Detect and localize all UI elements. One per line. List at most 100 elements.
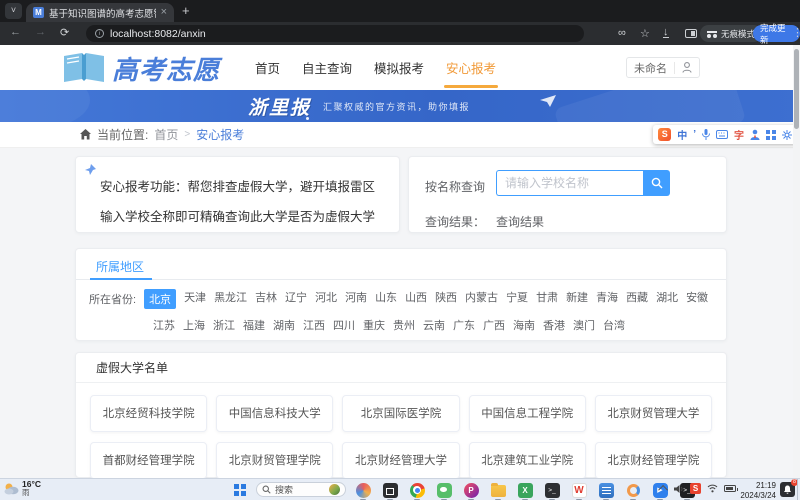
province-chip[interactable]: 贵州 (393, 317, 415, 333)
university-item[interactable]: 北京财经管理学院 (595, 442, 712, 478)
nav-item[interactable]: 首页 (255, 58, 280, 77)
scrollbar-thumb[interactable] (794, 49, 799, 129)
microphone-icon[interactable] (702, 129, 710, 140)
page-scrollbar[interactable] (793, 45, 800, 478)
province-chip[interactable]: 台湾 (603, 317, 625, 333)
ime-punctuation-icon[interactable]: ’ (693, 129, 696, 140)
grid-tool-icon[interactable] (766, 130, 776, 140)
back-icon[interactable]: ← (10, 26, 21, 38)
province-chip[interactable]: 黑龙江 (214, 289, 247, 309)
forward-icon[interactable]: → (35, 26, 46, 38)
wifi-icon[interactable] (707, 484, 718, 493)
ide-icon[interactable]: P (462, 481, 480, 499)
ime-toolbar[interactable]: S 中 ’ 字 (653, 125, 797, 144)
browser-tab[interactable]: M 基于知识图谱的高考志愿智能推荐系统 × (26, 3, 174, 22)
sogou-tray-icon[interactable]: S (690, 483, 701, 494)
taskbar-clock[interactable]: 21:19 2024/3/24 (740, 481, 776, 500)
university-item[interactable]: 北京建筑工业学院 (469, 442, 586, 478)
wechat-icon[interactable] (435, 481, 453, 499)
nav-item[interactable]: 模拟报考 (374, 58, 424, 77)
province-chip[interactable]: 甘肃 (536, 289, 558, 309)
university-item[interactable]: 首都财经管理学院 (90, 442, 207, 478)
ring-app-icon[interactable] (624, 481, 642, 499)
breadcrumb-home-link[interactable]: 首页 (154, 126, 178, 143)
province-chip[interactable]: 新建 (566, 289, 588, 309)
wps-icon[interactable]: W (570, 481, 588, 499)
province-chip[interactable]: 澳门 (573, 317, 595, 333)
province-chip[interactable]: 吉林 (255, 289, 277, 309)
university-item[interactable]: 中国信息科技大学 (216, 395, 333, 432)
province-chip[interactable]: 云南 (423, 317, 445, 333)
start-button[interactable] (234, 484, 246, 496)
keyboard-icon[interactable] (716, 130, 728, 139)
province-chip[interactable]: 安徽 (686, 289, 708, 309)
battery-icon[interactable] (724, 485, 736, 492)
tab-close-icon[interactable]: × (161, 7, 167, 18)
province-chip[interactable]: 广东 (453, 317, 475, 333)
bookmark-star-icon[interactable]: ☆ (640, 27, 650, 40)
link-icon[interactable]: ∞ (618, 27, 626, 39)
side-panel-icon[interactable] (685, 29, 697, 38)
settings-gear-icon[interactable] (782, 130, 792, 140)
province-chip[interactable]: 内蒙古 (465, 289, 498, 309)
nav-item[interactable]: 自主查询 (302, 58, 352, 77)
browser-menu-icon[interactable]: ⋮ (792, 26, 800, 39)
province-chip[interactable]: 江西 (303, 317, 325, 333)
search-button[interactable] (643, 170, 670, 196)
province-chip[interactable]: 河北 (315, 289, 337, 309)
people-app-icon[interactable] (354, 481, 372, 499)
province-chip[interactable]: 陕西 (435, 289, 457, 309)
province-chip[interactable]: 广西 (483, 317, 505, 333)
database-app-icon[interactable] (597, 481, 615, 499)
downloads-icon[interactable]: ↓ (663, 27, 669, 38)
province-chip[interactable]: 山东 (375, 289, 397, 309)
university-item[interactable]: 北京财贸管理学院 (216, 442, 333, 478)
province-chip[interactable]: 辽宁 (285, 289, 307, 309)
taskbar-search[interactable]: 搜索 (256, 482, 346, 497)
province-chip[interactable]: 浙江 (213, 317, 235, 333)
site-info-icon[interactable]: i (95, 29, 104, 38)
tab-search-button[interactable]: ˅ (5, 3, 22, 19)
terminal-icon[interactable]: >_ (543, 481, 561, 499)
speaker-icon[interactable] (674, 484, 684, 494)
province-chip[interactable]: 海南 (513, 317, 535, 333)
province-chip[interactable]: 湖北 (656, 289, 678, 309)
province-chip[interactable]: 四川 (333, 317, 355, 333)
province-chip[interactable]: 湖南 (273, 317, 295, 333)
university-item[interactable]: 北京国际医学院 (342, 395, 459, 432)
province-chip[interactable]: 北京 (144, 289, 176, 309)
user-box[interactable]: 未命名 (626, 57, 700, 78)
weather-widget[interactable]: 16°C 雨 (4, 480, 41, 498)
font-tool-icon[interactable]: 字 (734, 127, 744, 142)
sogou-logo-icon[interactable]: S (658, 128, 671, 141)
gallery-app-icon[interactable] (381, 481, 399, 499)
province-chip[interactable]: 江苏 (153, 317, 175, 333)
province-chip[interactable]: 宁夏 (506, 289, 528, 309)
nav-item[interactable]: 安心报考 (446, 58, 496, 77)
person-tool-icon[interactable] (750, 129, 760, 140)
university-item[interactable]: 北京财贸管理大学 (595, 395, 712, 432)
university-item[interactable]: 北京经贸科技学院 (90, 395, 207, 432)
ime-mode-icon[interactable]: 中 (677, 127, 687, 142)
banner-pagination-dot[interactable] (306, 117, 309, 120)
new-tab-button[interactable]: + (182, 3, 190, 19)
province-chip[interactable]: 西藏 (626, 289, 648, 309)
province-chip[interactable]: 福建 (243, 317, 265, 333)
chrome-icon[interactable] (408, 481, 426, 499)
tab-region[interactable]: 所属地区 (96, 258, 144, 275)
reload-icon[interactable]: ⟳ (60, 26, 69, 39)
province-chip[interactable]: 山西 (405, 289, 427, 309)
xshell-icon[interactable]: X (516, 481, 534, 499)
province-chip[interactable]: 天津 (184, 289, 206, 309)
university-item[interactable]: 中国信息工程学院 (469, 395, 586, 432)
province-chip[interactable]: 上海 (183, 317, 205, 333)
province-chip[interactable]: 青海 (596, 289, 618, 309)
province-chip[interactable]: 河南 (345, 289, 367, 309)
address-bar[interactable]: i localhost:8082/anxin (86, 25, 584, 42)
file-explorer-icon[interactable] (489, 481, 507, 499)
province-chip[interactable]: 重庆 (363, 317, 385, 333)
university-item[interactable]: 北京财经管理大学 (342, 442, 459, 478)
notification-button[interactable]: 8 (780, 482, 795, 497)
province-chip[interactable]: 香港 (543, 317, 565, 333)
school-name-input[interactable] (496, 170, 643, 196)
